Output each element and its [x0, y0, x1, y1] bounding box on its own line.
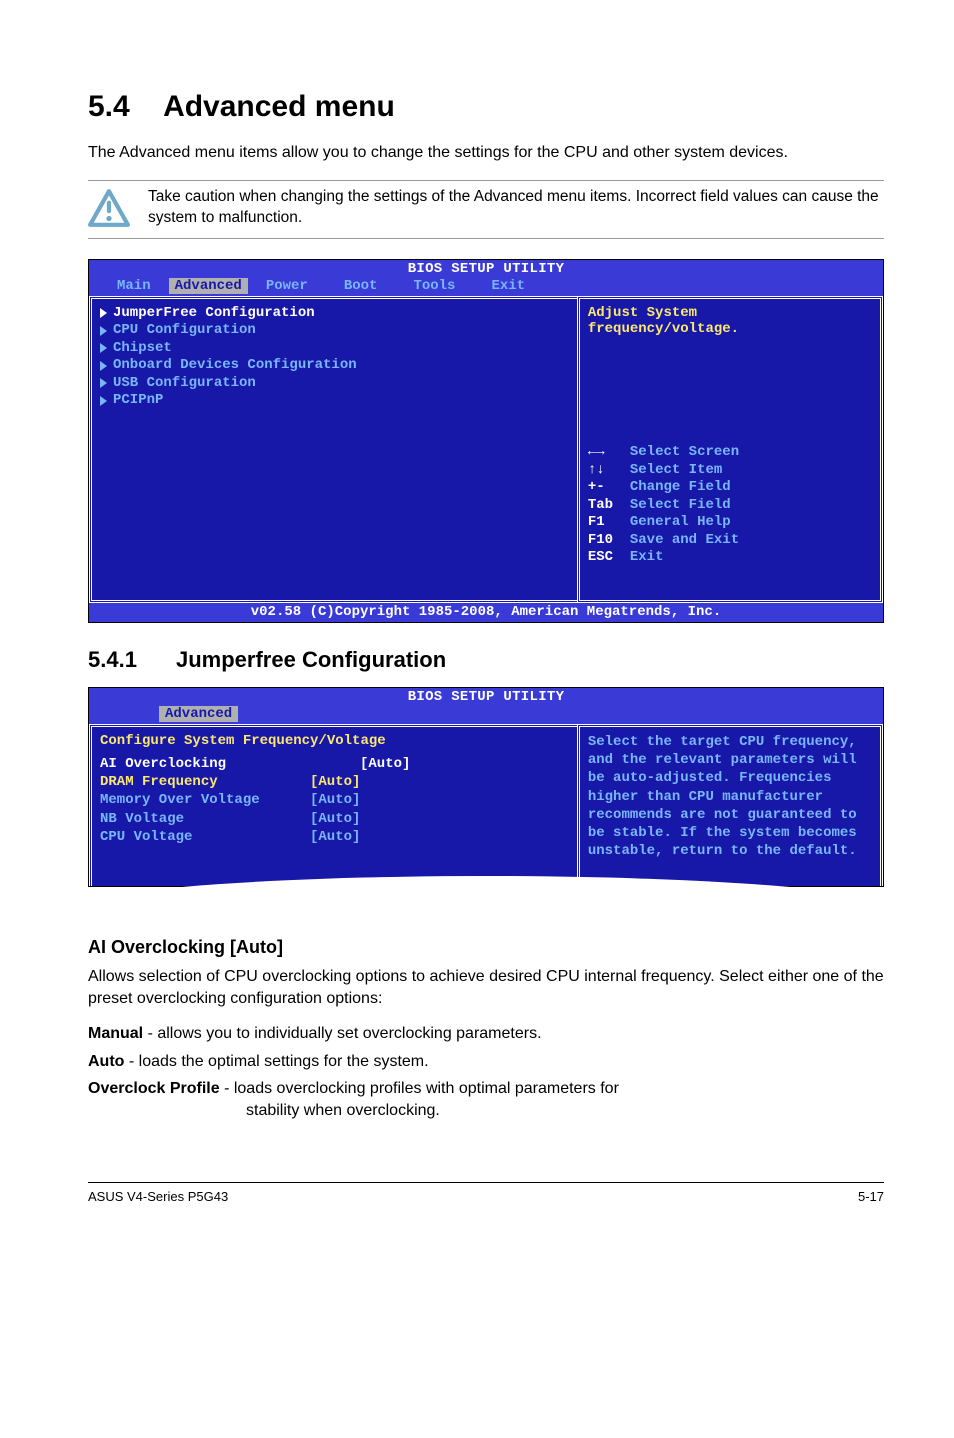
triangle-icon	[100, 326, 107, 336]
triangle-icon	[100, 361, 107, 371]
triangle-icon	[100, 378, 107, 388]
menu-item-chipset[interactable]: Chipset	[100, 340, 569, 358]
menu-item-onboard[interactable]: Onboard Devices Configuration	[100, 357, 569, 375]
bios-nav-help: ←→ Select Screen ↑↓ Select Item +- Chang…	[588, 427, 872, 585]
bios2-header: Configure System Frequency/Voltage	[100, 733, 569, 749]
bios-screen-advanced: BIOS SETUP UTILITY Main Advanced Power B…	[88, 259, 884, 624]
tab-boot[interactable]: Boot	[326, 278, 396, 294]
row-mem-ov-label[interactable]: Memory Over Voltage	[100, 791, 310, 809]
row-nb-volt-value[interactable]: [Auto]	[310, 810, 569, 828]
row-mem-ov-value[interactable]: [Auto]	[310, 791, 569, 809]
option-overclock-profile: Overclock Profile - loads overclocking p…	[88, 1078, 884, 1121]
bios2-tab-advanced[interactable]: Advanced	[159, 706, 238, 722]
bios2-help-text: Select the target CPU frequency, and the…	[588, 733, 872, 860]
bios-menubar: Main Advanced Power Boot Tools Exit	[89, 277, 883, 296]
bios-left-pane: JumperFree Configuration CPU Configurati…	[89, 296, 577, 604]
page-footer: ASUS V4-Series P5G43 5-17	[88, 1182, 884, 1204]
bios-help-text: Adjust System frequency/voltage.	[588, 305, 872, 337]
menu-item-pcipnp[interactable]: PCIPnP	[100, 392, 569, 410]
subsection-title: Jumperfree Configuration	[176, 647, 446, 672]
triangle-icon	[100, 396, 107, 406]
row-dram-freq-value[interactable]: [Auto]	[310, 773, 569, 791]
row-cpu-volt-value[interactable]: [Auto]	[310, 828, 569, 846]
caution-icon	[88, 189, 130, 232]
footer-product: ASUS V4-Series P5G43	[88, 1189, 228, 1204]
triangle-icon	[100, 343, 107, 353]
tab-power[interactable]: Power	[248, 278, 326, 294]
option-manual: Manual - allows you to individually set …	[88, 1023, 884, 1045]
row-ai-overclocking-value[interactable]: [Auto]	[310, 755, 569, 773]
bios-right-pane: Adjust System frequency/voltage. ←→ Sele…	[577, 296, 883, 604]
section-heading: 5.4 Advanced menu	[88, 90, 884, 124]
bios-copyright: v02.58 (C)Copyright 1985-2008, American …	[89, 603, 883, 622]
row-nb-volt-label[interactable]: NB Voltage	[100, 810, 310, 828]
bios2-left-pane: Configure System Frequency/Voltage AI Ov…	[89, 724, 577, 886]
bios2-title: BIOS SETUP UTILITY	[89, 688, 883, 705]
row-cpu-volt-label[interactable]: CPU Voltage	[100, 828, 310, 846]
section-number: 5.4	[88, 90, 130, 123]
footer-page-number: 5-17	[858, 1189, 884, 1204]
tab-exit[interactable]: Exit	[473, 278, 543, 294]
menu-item-cpu-config[interactable]: CPU Configuration	[100, 322, 569, 340]
ai-overclocking-desc: Allows selection of CPU overclocking opt…	[88, 966, 884, 1009]
subsection-number: 5.4.1	[88, 647, 176, 673]
option-auto: Auto - loads the optimal settings for th…	[88, 1051, 884, 1073]
triangle-icon	[100, 308, 107, 318]
bios-title: BIOS SETUP UTILITY	[89, 260, 883, 277]
ai-overclocking-heading: AI Overclocking [Auto]	[88, 937, 884, 958]
bios2-right-pane: Select the target CPU frequency, and the…	[577, 724, 883, 886]
caution-text: Take caution when changing the settings …	[148, 187, 884, 229]
section-title-text: Advanced menu	[163, 90, 395, 123]
caution-note: Take caution when changing the settings …	[88, 180, 884, 239]
tab-tools[interactable]: Tools	[395, 278, 473, 294]
bios2-menubar: Advanced	[89, 705, 883, 724]
bios-screen-jumperfree: BIOS SETUP UTILITY Advanced Configure Sy…	[88, 687, 884, 887]
row-dram-freq-label[interactable]: DRAM Frequency	[100, 773, 310, 791]
menu-item-jumperfree[interactable]: JumperFree Configuration	[100, 305, 569, 323]
row-ai-overclocking-label[interactable]: AI Overclocking	[100, 755, 310, 773]
section-intro: The Advanced menu items allow you to cha…	[88, 142, 884, 164]
subsection-heading: 5.4.1Jumperfree Configuration	[88, 647, 884, 673]
menu-item-usb-config[interactable]: USB Configuration	[100, 375, 569, 393]
tab-main[interactable]: Main	[99, 278, 169, 294]
tab-advanced[interactable]: Advanced	[169, 278, 248, 294]
